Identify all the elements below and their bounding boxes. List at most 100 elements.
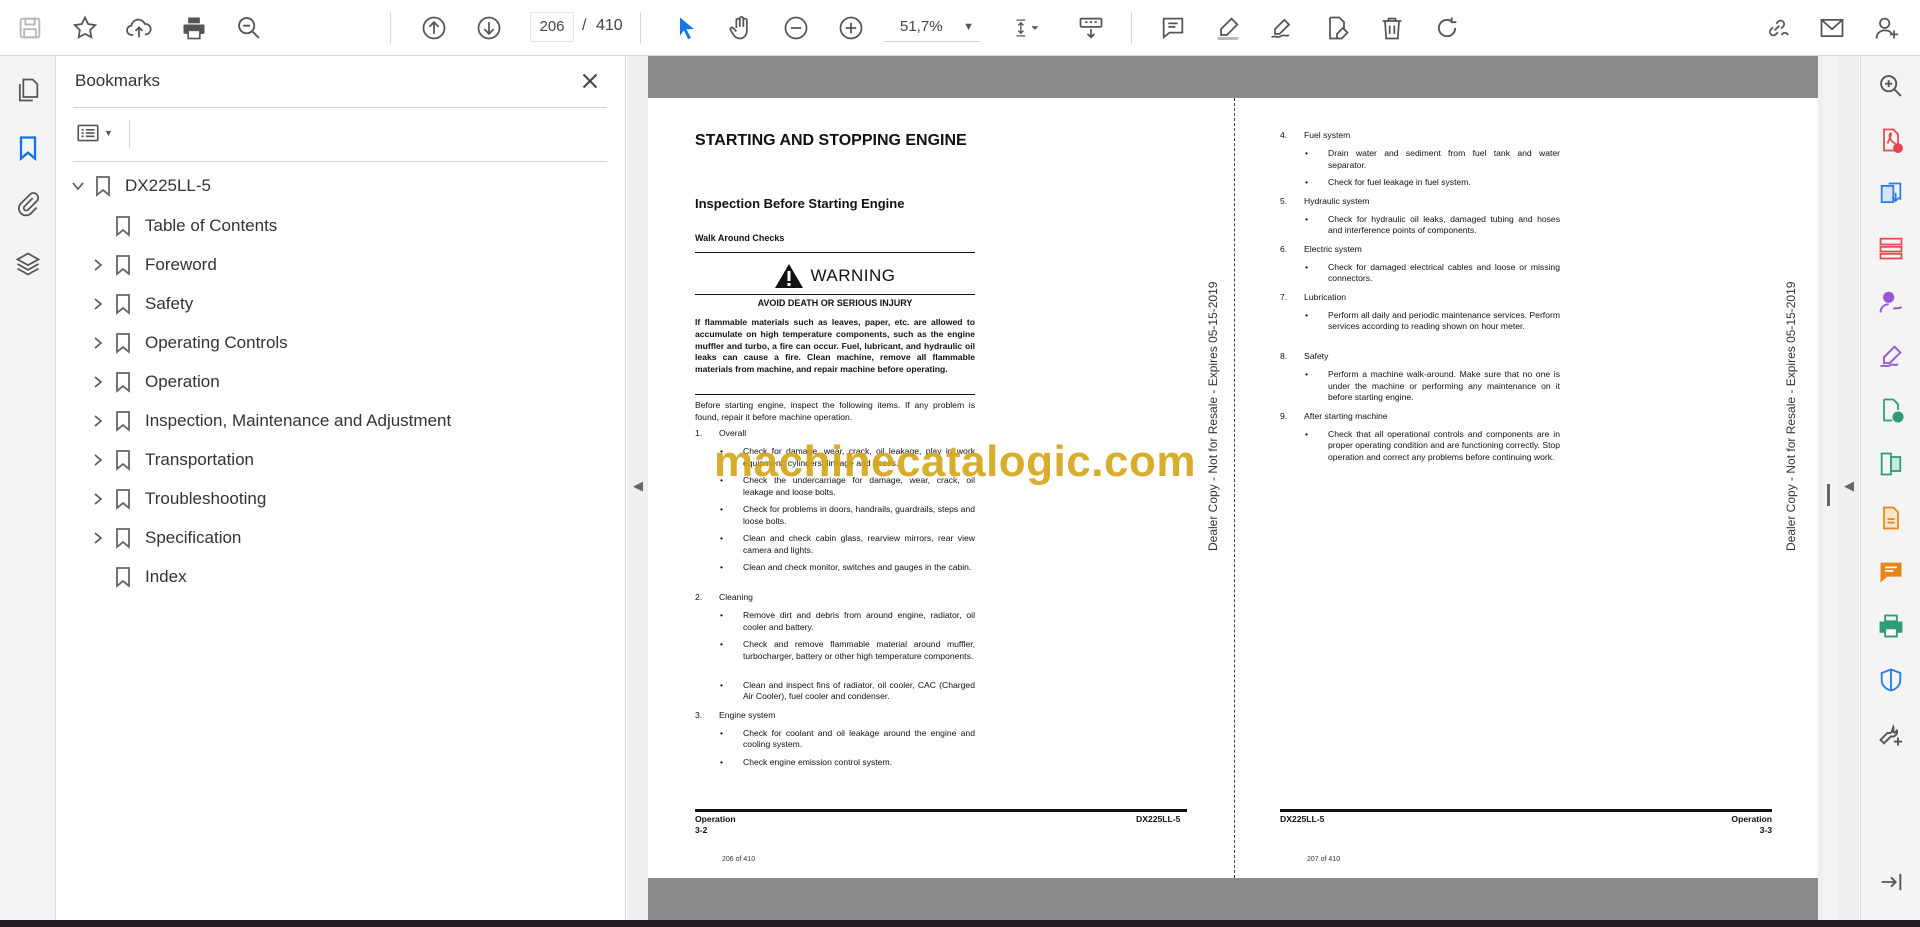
bookmark-item[interactable]: Operating Controls — [87, 328, 288, 358]
rotate-icon[interactable] — [1430, 11, 1464, 45]
organize-pages-icon[interactable] — [1875, 232, 1907, 264]
list-bullet-text: Check for coolant and oil leakage around… — [743, 727, 975, 750]
bookmark-item[interactable]: Inspection, Maintenance and Adjustment — [87, 406, 451, 436]
compare-files-icon[interactable] — [1875, 448, 1907, 480]
page-thumbnails-icon[interactable] — [10, 72, 46, 108]
account-icon[interactable] — [1870, 11, 1904, 45]
chevron-right-icon[interactable] — [87, 293, 109, 315]
comment-icon[interactable] — [1156, 11, 1190, 45]
bookmark-item[interactable]: Safety — [87, 289, 193, 319]
bullet-icon: • — [720, 533, 724, 543]
bookmark-item[interactable]: Troubleshooting — [87, 484, 266, 514]
bullet-icon: • — [1305, 309, 1309, 320]
page-down-icon[interactable] — [472, 11, 506, 45]
protect-icon[interactable] — [1875, 664, 1907, 696]
bullet-icon: • — [720, 679, 724, 690]
find-zoom-icon[interactable] — [232, 11, 266, 45]
vertical-scrollbar[interactable] — [1823, 56, 1837, 920]
sign-icon[interactable] — [1265, 11, 1299, 45]
footer-section: Operation 3-3 — [1717, 814, 1772, 836]
bookmark-item[interactable]: Specification — [87, 523, 241, 553]
bookmark-icon — [116, 489, 130, 510]
bullet-icon: • — [1305, 148, 1309, 158]
list-number: 3. — [695, 709, 703, 720]
bullet-icon: • — [720, 727, 724, 738]
bookmark-icon — [116, 567, 130, 588]
footer-page-number: 3-2 — [695, 825, 708, 835]
create-pdf-icon[interactable] — [1875, 178, 1907, 210]
bookmark-item[interactable]: Transportation — [87, 445, 254, 475]
scrollbar-thumb[interactable] — [1827, 484, 1830, 506]
bookmark-item[interactable]: Foreword — [87, 250, 217, 280]
chevron-right-icon[interactable] — [87, 254, 109, 276]
share-link-icon[interactable] — [1760, 11, 1794, 45]
layers-icon[interactable] — [10, 246, 46, 282]
scroll-mode-icon[interactable] — [1074, 11, 1108, 45]
chevron-right-icon[interactable] — [87, 332, 109, 354]
footer-model: DX225LL-5 — [1280, 814, 1325, 824]
select-cursor-icon[interactable] — [670, 11, 704, 45]
bookmark-root[interactable]: DX225LL-5 — [67, 171, 211, 201]
page-number-input[interactable]: 206 — [530, 12, 574, 42]
bookmark-star-icon[interactable] — [68, 11, 102, 45]
list-heading: Fuel system — [1304, 130, 1351, 140]
delete-icon[interactable] — [1375, 11, 1409, 45]
zoom-out-icon[interactable] — [779, 11, 813, 45]
intro-paragraph: Before starting engine, inspect the foll… — [695, 400, 975, 422]
page-up-icon[interactable] — [417, 11, 451, 45]
collapse-left-panel-icon[interactable]: ◀ — [633, 478, 643, 494]
page-207: 4. Fuel system • Drain water and sediment f… — [1233, 98, 1818, 878]
save-icon[interactable] — [13, 11, 47, 45]
bookmark-icon — [116, 294, 130, 315]
bullet-icon: • — [720, 756, 724, 767]
collapse-right-panel-icon[interactable]: ◀ — [1844, 478, 1854, 494]
send-review-icon[interactable] — [1875, 394, 1907, 426]
bookmark-icon — [96, 176, 110, 197]
bookmark-item[interactable]: Index — [87, 562, 187, 592]
page-206: STARTING AND STOPPING ENGINE Inspection … — [648, 98, 1233, 878]
page-title: STARTING AND STOPPING ENGINE — [695, 132, 967, 149]
bullet-icon: • — [1305, 369, 1309, 379]
chevron-right-icon[interactable] — [87, 371, 109, 393]
right-tools-rail — [1860, 56, 1920, 920]
export-file-icon[interactable] — [1875, 502, 1907, 534]
bookmark-label: DX225LL-5 — [125, 176, 212, 195]
chevron-down-icon[interactable] — [67, 175, 89, 197]
document-spread: STARTING AND STOPPING ENGINE Inspection … — [648, 98, 1818, 878]
bookmark-icon — [116, 333, 130, 354]
print-icon[interactable] — [177, 11, 211, 45]
search-zoom-icon[interactable] — [1875, 70, 1907, 102]
highlight-icon[interactable] — [1211, 11, 1245, 45]
collapse-panel-icon[interactable] — [1875, 866, 1907, 898]
chevron-right-icon[interactable] — [87, 449, 109, 471]
fill-sign-icon[interactable] — [1320, 11, 1354, 45]
request-signature-icon[interactable] — [1875, 286, 1907, 318]
bookmarks-icon[interactable] — [10, 130, 46, 166]
bullet-icon: • — [1305, 261, 1309, 272]
bookmark-options-button[interactable]: ▼ — [75, 118, 121, 148]
zoom-select[interactable]: 51,7% ▼ — [884, 12, 980, 42]
chevron-right-icon[interactable] — [87, 410, 109, 432]
bookmark-label: Operation — [145, 372, 220, 391]
attachments-icon[interactable] — [10, 186, 46, 222]
upload-icon[interactable] — [122, 11, 156, 45]
fit-page-icon[interactable] — [1004, 11, 1050, 45]
chevron-right-icon[interactable] — [87, 527, 109, 549]
chevron-right-icon[interactable] — [87, 488, 109, 510]
list-bullet-text: Perform a machine walk-around. Make sure… — [1328, 369, 1560, 402]
close-icon[interactable] — [577, 68, 603, 94]
export-pdf-icon[interactable] — [1875, 124, 1907, 156]
list-bullet-text: Perform all daily and periodic maintenan… — [1328, 309, 1560, 332]
fill-sign-icon[interactable] — [1875, 340, 1907, 372]
bookmark-label: Index — [145, 567, 187, 586]
list-number: 9. — [1280, 410, 1288, 421]
bookmark-item[interactable]: Operation — [87, 367, 220, 397]
bookmark-item[interactable]: Table of Contents — [87, 211, 277, 241]
footer-rule — [1280, 809, 1772, 812]
print-production-icon[interactable] — [1875, 610, 1907, 642]
email-icon[interactable] — [1815, 11, 1849, 45]
hand-icon[interactable] — [724, 11, 758, 45]
comment-icon[interactable] — [1875, 556, 1907, 588]
zoom-in-icon[interactable] — [834, 11, 868, 45]
more-tools-icon[interactable] — [1875, 718, 1907, 750]
